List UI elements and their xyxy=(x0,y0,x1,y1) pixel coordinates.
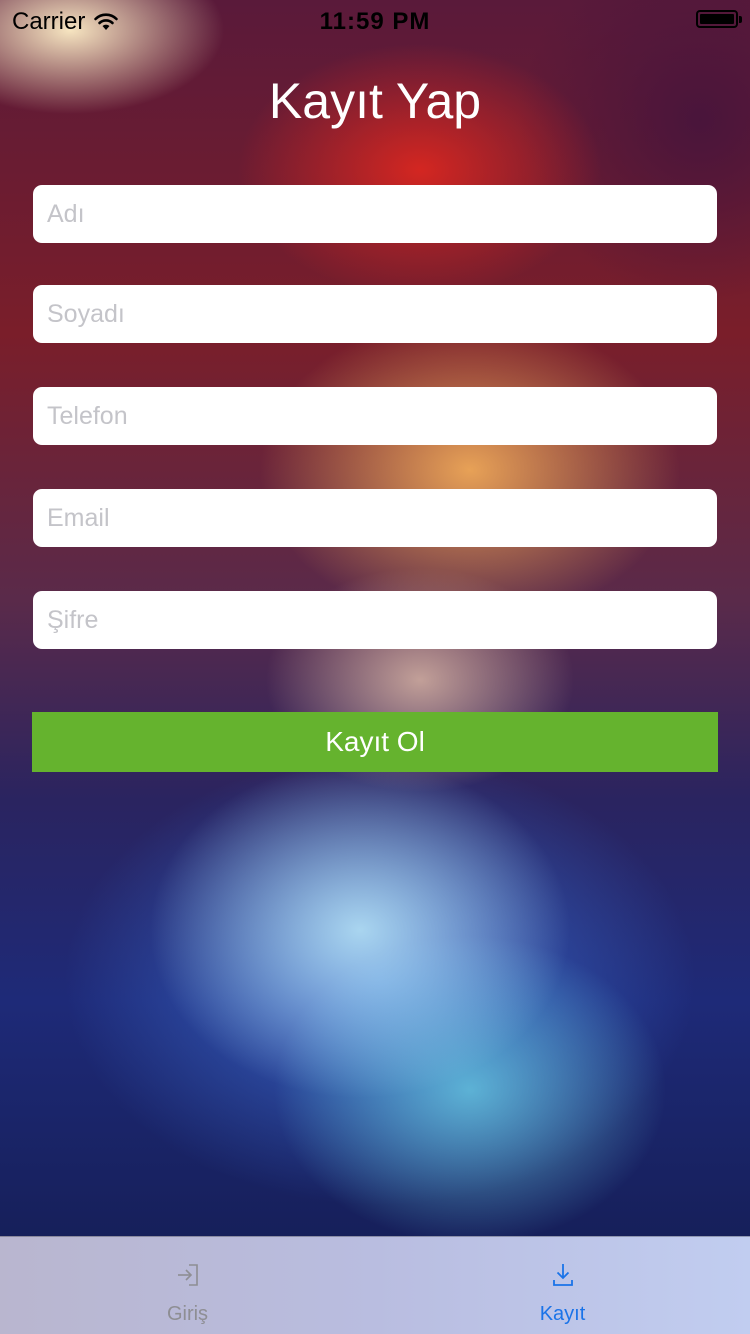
phone-field[interactable] xyxy=(33,387,717,445)
battery-level-fill xyxy=(700,14,734,24)
status-time: 11:59 PM xyxy=(319,8,431,35)
register-screen: Carrier 11:59 PM Kayıt Yap Kayıt Ol xyxy=(0,0,750,1334)
last-name-field[interactable] xyxy=(33,285,717,343)
password-field[interactable] xyxy=(33,591,717,649)
first-name-field[interactable] xyxy=(33,185,717,243)
status-bar: Carrier 11:59 PM xyxy=(0,0,750,40)
register-button[interactable]: Kayıt Ol xyxy=(32,712,718,772)
tab-login[interactable]: Giriş xyxy=(0,1237,375,1334)
sign-in-icon xyxy=(177,1264,198,1286)
tab-register[interactable]: Kayıt xyxy=(375,1237,750,1334)
download-icon xyxy=(552,1264,573,1286)
tab-register-label: Kayıt xyxy=(539,1303,586,1325)
page-title: Kayıt Yap xyxy=(268,73,482,129)
email-field[interactable] xyxy=(33,489,717,547)
tab-bar: Giriş Kayıt xyxy=(0,1236,750,1334)
battery-icon xyxy=(696,10,742,28)
tab-login-label: Giriş xyxy=(166,1303,209,1325)
